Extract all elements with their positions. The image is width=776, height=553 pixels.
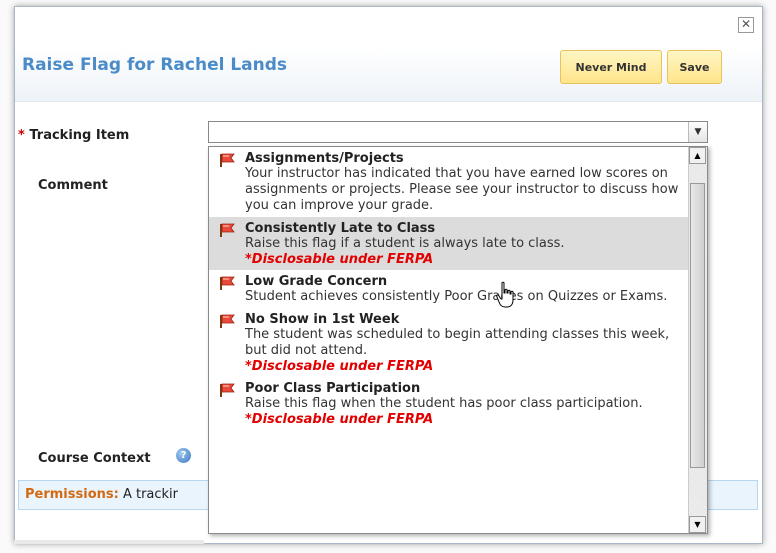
never-mind-button[interactable]: Never Mind	[560, 50, 662, 84]
tracking-item-label: * Tracking Item	[18, 128, 129, 143]
chevron-down-icon[interactable]: ▼	[688, 122, 707, 142]
option-title: Assignments/Projects	[245, 151, 404, 166]
comment-label: Comment	[38, 178, 108, 193]
option-title: Low Grade Concern	[245, 274, 388, 289]
flag-icon	[220, 314, 235, 328]
ferpa-note: *Disclosable under FERPA	[245, 252, 434, 267]
option-title: No Show in 1st Week	[245, 312, 400, 327]
flag-icon	[220, 153, 235, 167]
permissions-label: Permissions:	[25, 487, 119, 502]
dialog-title: Raise Flag for Rachel Lands	[22, 55, 288, 75]
flag-icon	[220, 223, 235, 237]
dropdown-option[interactable]: Poor Class Participation Raise this flag …	[209, 377, 707, 430]
option-description: Raise this flag if a student is always l…	[245, 236, 565, 251]
option-description: Raise this flag when the student has poo…	[245, 396, 643, 411]
course-context-label: Course Context	[38, 451, 151, 466]
required-star: *	[18, 128, 25, 143]
dropdown-options: Assignments/Projects Your instructor has …	[209, 147, 707, 430]
permissions-text: A trackir	[118, 487, 179, 502]
dropdown-option[interactable]: Assignments/Projects Your instructor has …	[209, 147, 707, 217]
option-title: Consistently Late to Class	[245, 221, 436, 236]
option-description: Student achieves consistently Poor Grade…	[245, 289, 668, 304]
save-button[interactable]: Save	[667, 50, 722, 84]
tracking-item-select[interactable]: ▼	[208, 121, 708, 143]
help-icon[interactable]: ?	[176, 448, 191, 463]
scroll-down-arrow-icon[interactable]: ▼	[689, 516, 706, 533]
dropdown-option[interactable]: No Show in 1st Week The student was sched…	[209, 308, 707, 377]
scroll-thumb[interactable]	[690, 183, 705, 468]
dialog-footer-edge	[14, 540, 204, 544]
option-title: Poor Class Participation	[245, 381, 421, 396]
option-description: Your instructor has indicated that you h…	[245, 166, 679, 213]
ferpa-note: *Disclosable under FERPA	[245, 412, 434, 427]
tracking-item-label-text: Tracking Item	[29, 128, 130, 143]
hand-cursor-icon	[496, 281, 514, 308]
flag-icon	[220, 276, 235, 290]
option-description: The student was scheduled to begin atten…	[245, 327, 670, 358]
flag-icon	[220, 383, 235, 397]
scroll-up-arrow-icon[interactable]: ▲	[689, 147, 706, 164]
dropdown-option[interactable]: Low Grade Concern Student achieves consis…	[209, 270, 707, 308]
tracking-item-dropdown[interactable]: Assignments/Projects Your instructor has …	[208, 146, 708, 534]
dropdown-scrollbar[interactable]: ▲ ▼	[688, 147, 707, 533]
close-icon[interactable]: ✕	[738, 17, 754, 33]
ferpa-note: *Disclosable under FERPA	[245, 359, 434, 374]
dropdown-option[interactable]: Consistently Late to Class Raise this fla…	[209, 217, 707, 270]
